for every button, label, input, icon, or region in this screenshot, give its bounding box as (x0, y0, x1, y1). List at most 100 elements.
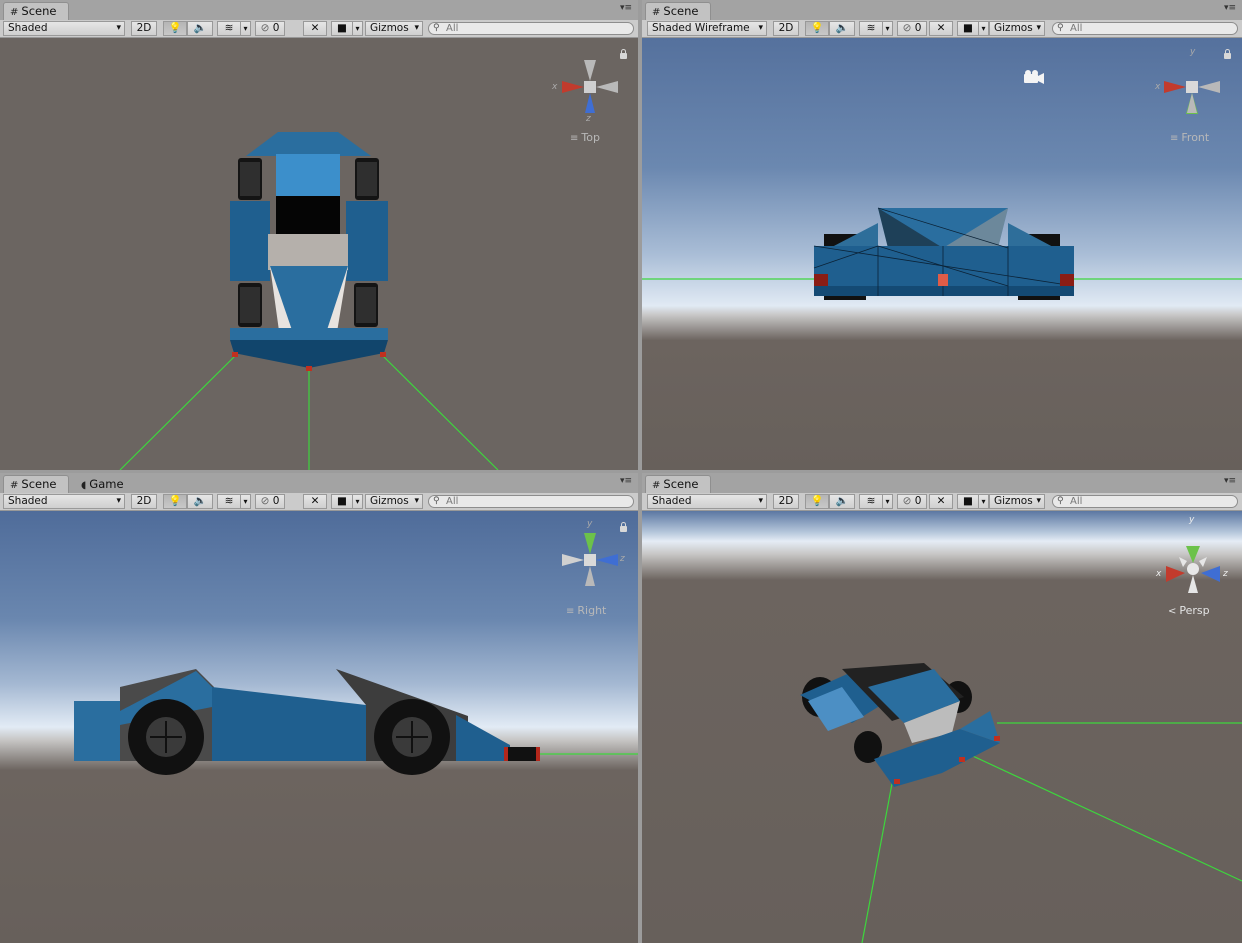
camera-dropdown-caret[interactable]: ▾ (979, 494, 989, 509)
gizmos-dropdown[interactable]: Gizmos (989, 21, 1045, 36)
scene-toolbar: Shaded 2D 💡 🔈 ≋ ▾ ⊘ 0 ✕ ■ ▾ Gizmos ⚲ All (0, 493, 638, 511)
hierarchy-search-input[interactable]: ⚲ All (1052, 495, 1238, 508)
gizmos-dropdown[interactable]: Gizmos (989, 494, 1045, 509)
hierarchy-search-input[interactable]: ⚲ All (1052, 22, 1238, 35)
lighting-toggle-button[interactable]: 💡 (163, 494, 187, 509)
camera-gizmo-icon[interactable] (1024, 70, 1044, 84)
z-cone (585, 93, 595, 113)
scene-view-front[interactable]: #Scene ▾≡ Shaded Wireframe 2D 💡 🔈 ≋ ▾ ⊘ … (642, 0, 1242, 470)
orientation-gizmo[interactable] (1164, 81, 1220, 114)
lighting-toggle-button[interactable]: 💡 (805, 494, 829, 509)
tab-scene[interactable]: # Scene (645, 2, 711, 20)
hidden-objects-toggle[interactable]: ⊘ 0 (897, 494, 927, 509)
kart-model-front[interactable] (813, 207, 1075, 300)
audio-toggle-button[interactable]: 🔈 (829, 494, 855, 509)
effects-button[interactable]: ≋ (217, 494, 241, 509)
effects-dropdown-caret[interactable]: ▾ (241, 21, 251, 36)
scene-view-right[interactable]: #Scene ◖Game ▾≡ Shaded 2D 💡 🔈 ≋ ▾ ⊘ 0 ✕ … (0, 473, 638, 943)
lock-icon[interactable] (620, 49, 627, 59)
audio-toggle-button[interactable]: 🔈 (829, 21, 855, 36)
tab-bar: # Scene ▾≡ (642, 0, 1242, 21)
kart-model-top[interactable] (230, 132, 388, 371)
scene-view-top[interactable]: #Scene ▾≡ Shaded 2D 💡 🔈 ≋ ▾ ⊘ 0 ✕ ■ ▾ Gi… (0, 0, 638, 470)
speaker-icon: 🔈 (835, 22, 849, 34)
tab-bar: # Scene ◖ Game ▾≡ (0, 473, 638, 494)
lighting-toggle-button[interactable]: 💡 (163, 21, 187, 36)
camera-icon: ■ (963, 495, 973, 507)
shading-mode-dropdown[interactable]: Shaded Wireframe (647, 21, 767, 36)
lock-icon[interactable] (1224, 49, 1231, 59)
tab-scene[interactable]: # Scene (3, 2, 69, 20)
view-name-label[interactable]: ≡ Right (566, 604, 606, 617)
hierarchy-search-input[interactable]: ⚲ All (428, 22, 634, 35)
view-name-label[interactable]: < Persp (1168, 604, 1210, 617)
lock-icon[interactable] (620, 522, 627, 532)
hidden-objects-toggle[interactable]: ⊘ 0 (255, 21, 285, 36)
gizmo-center (584, 554, 596, 566)
view-name-label[interactable]: ≡ Top (570, 131, 600, 144)
tab-bar: # Scene ▾≡ (0, 0, 638, 21)
shading-mode-dropdown[interactable]: Shaded (3, 494, 125, 509)
hierarchy-search-input[interactable]: ⚲ All (428, 495, 634, 508)
tools-button[interactable]: ✕ (929, 21, 953, 36)
effects-dropdown-caret[interactable]: ▾ (241, 494, 251, 509)
camera-dropdown-caret[interactable]: ▾ (353, 494, 363, 509)
tools-button[interactable]: ✕ (303, 21, 327, 36)
audio-toggle-button[interactable]: 🔈 (187, 21, 213, 36)
panel-splitter-horizontal[interactable] (0, 470, 1242, 473)
neg-y-cone (585, 566, 595, 586)
front-wing (74, 701, 122, 761)
hidden-count: 0 (914, 22, 922, 34)
2d-toggle-button[interactable]: 2D (131, 21, 157, 36)
effects-button[interactable]: ≋ (859, 494, 883, 509)
wrench-icon: ✕ (310, 495, 320, 507)
viewport-top[interactable]: x z ≡ Top (0, 38, 638, 470)
tools-button[interactable]: ✕ (929, 494, 953, 509)
panel-menu-icon[interactable]: ▾≡ (1224, 3, 1236, 13)
camera-settings-button[interactable]: ■ (957, 494, 979, 509)
camera-dropdown-caret[interactable]: ▾ (979, 21, 989, 36)
gizmos-dropdown[interactable]: Gizmos (365, 494, 423, 509)
shading-mode-dropdown[interactable]: Shaded (647, 494, 767, 509)
viewport-canvas (800, 546, 1242, 943)
lighting-toggle-button[interactable]: 💡 (805, 21, 829, 36)
orientation-gizmo[interactable] (1166, 546, 1220, 593)
tab-scene[interactable]: # Scene (645, 475, 711, 493)
eye-slash-icon: ⊘ (902, 22, 912, 34)
camera-settings-button[interactable]: ■ (331, 494, 353, 509)
audio-toggle-button[interactable]: 🔈 (187, 494, 213, 509)
viewport-front[interactable]: y x ≡ Front (642, 38, 1242, 470)
gizmos-dropdown[interactable]: Gizmos (365, 21, 423, 36)
shading-mode-dropdown[interactable]: Shaded (3, 21, 125, 36)
effects-button[interactable]: ≋ (217, 21, 241, 36)
hidden-objects-toggle[interactable]: ⊘ 0 (255, 494, 285, 509)
viewport-perspective[interactable]: y x z < Persp (642, 511, 1242, 943)
hidden-count: 0 (272, 22, 280, 34)
camera-settings-button[interactable]: ■ (331, 21, 353, 36)
panel-menu-icon[interactable]: ▾≡ (620, 3, 632, 13)
2d-toggle-button[interactable]: 2D (773, 21, 799, 36)
2d-toggle-button[interactable]: 2D (131, 494, 157, 509)
kart-model-perspective[interactable] (800, 663, 1000, 787)
tab-game[interactable]: ◖ Game (74, 475, 136, 493)
viewport-right[interactable]: y z ≡ Right (0, 511, 638, 943)
orientation-gizmo[interactable] (562, 533, 618, 586)
camera-icon: ■ (337, 495, 347, 507)
kart-model-right[interactable] (74, 669, 540, 775)
effects-dropdown-caret[interactable]: ▾ (883, 21, 893, 36)
view-name-label[interactable]: ≡ Front (1170, 131, 1209, 144)
2d-toggle-button[interactable]: 2D (773, 494, 799, 509)
orientation-gizmo[interactable] (562, 60, 618, 113)
scene-view-perspective[interactable]: #Scene ▾≡ Shaded 2D 💡 🔈 ≋ ▾ ⊘ 0 ✕ ■ ▾ Gi… (642, 473, 1242, 943)
effects-button[interactable]: ≋ (859, 21, 883, 36)
tab-label: Scene (663, 477, 699, 491)
search-icon: ⚲ (433, 496, 440, 506)
effects-dropdown-caret[interactable]: ▾ (883, 494, 893, 509)
tools-button[interactable]: ✕ (303, 494, 327, 509)
camera-settings-button[interactable]: ■ (957, 21, 979, 36)
panel-menu-icon[interactable]: ▾≡ (1224, 476, 1236, 486)
hidden-objects-toggle[interactable]: ⊘ 0 (897, 21, 927, 36)
camera-dropdown-caret[interactable]: ▾ (353, 21, 363, 36)
tab-scene[interactable]: # Scene (3, 475, 69, 493)
panel-menu-icon[interactable]: ▾≡ (620, 476, 632, 486)
